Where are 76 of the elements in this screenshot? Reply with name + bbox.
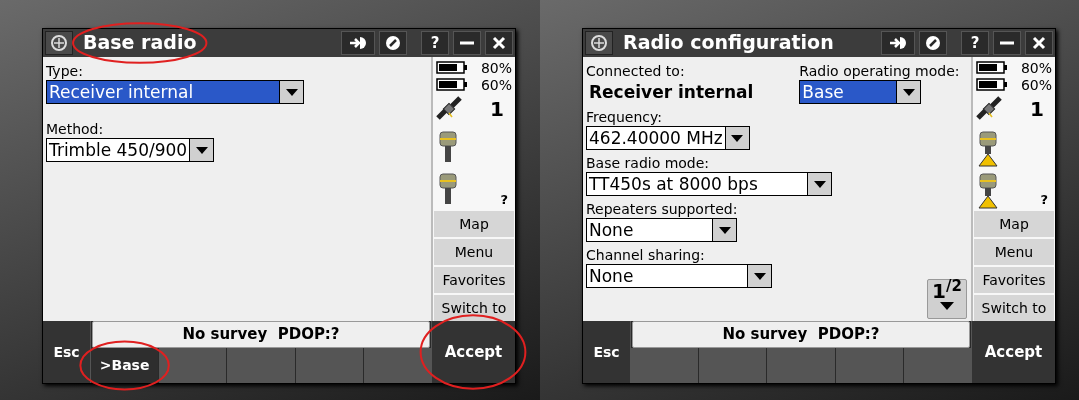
minimize-button[interactable]: [453, 31, 481, 55]
battery-percent: 60%: [480, 77, 512, 92]
down-arrow-icon: [940, 302, 954, 310]
cancel-button[interactable]: [379, 31, 407, 55]
dropdown-arrow-icon: [731, 134, 744, 142]
esc-button[interactable]: Esc: [583, 321, 631, 383]
side-menu-button[interactable]: Menu: [974, 239, 1054, 265]
side-menu-button[interactable]: Switch to: [434, 295, 514, 321]
dropdown[interactable]: Trimble 450/900: [46, 138, 215, 162]
accept-button[interactable]: Accept: [971, 321, 1055, 383]
accept-button[interactable]: Accept: [431, 321, 515, 383]
cancel-button[interactable]: [919, 31, 947, 55]
side-menu-button[interactable]: Menu: [434, 239, 514, 265]
satellite-count: 1: [490, 96, 505, 123]
battery-icon: [436, 61, 468, 74]
dropdown-arrow-icon: [753, 272, 766, 280]
receiver-on-tripod-icon: [976, 131, 1000, 167]
minimize-icon: [460, 41, 474, 45]
close-button[interactable]: [1025, 31, 1053, 55]
slashed-circle-icon: [385, 35, 401, 51]
battery-icon: [436, 78, 468, 91]
satellite-icon: [976, 96, 1002, 122]
close-icon: [1032, 36, 1046, 50]
side-menu-button[interactable]: Map: [434, 211, 514, 237]
minimize-button[interactable]: [993, 31, 1021, 55]
dropdown[interactable]: None: [586, 264, 772, 288]
satellite-icon: [436, 96, 462, 122]
receiver-on-tripod-icon: [976, 173, 1000, 209]
field-label: Type:: [46, 62, 84, 80]
dropdown[interactable]: TT450s at 8000 bps: [586, 172, 832, 196]
side-menu-button[interactable]: Switch to: [974, 295, 1054, 321]
softkey-button[interactable]: >Base: [91, 348, 159, 383]
receiver-status: ?: [1040, 190, 1049, 209]
slashed-circle-icon: [925, 35, 941, 51]
battery-percent: 80%: [1020, 60, 1052, 75]
side-menu-button[interactable]: Map: [974, 211, 1054, 237]
login-button[interactable]: [341, 31, 375, 55]
battery-icon: [976, 78, 1008, 91]
field-label: Method:: [46, 120, 105, 138]
close-icon: [492, 36, 506, 50]
field-label: Repeaters supported:: [586, 200, 738, 218]
dropdown-arrow-icon: [902, 88, 915, 96]
field-value: Receiver internal: [588, 81, 754, 104]
battery-icon: [976, 61, 1008, 74]
dropdown[interactable]: 462.40000 MHz: [586, 126, 750, 150]
window-title: Radio configuration: [623, 31, 834, 53]
dropdown[interactable]: Receiver internal: [46, 80, 304, 104]
receiver-status: ?: [500, 190, 509, 209]
help-button[interactable]: ?: [421, 31, 449, 55]
dropdown-arrow-icon: [718, 226, 731, 234]
field-label: Channel sharing:: [586, 246, 706, 264]
field-label: Base radio mode:: [586, 154, 711, 172]
dropdown[interactable]: Base: [799, 80, 922, 104]
arrow-into-circle-icon: [889, 36, 907, 50]
app-logo-icon[interactable]: [585, 31, 613, 55]
field-label: Connected to:: [586, 62, 686, 80]
field-label: Radio operating mode:: [799, 62, 960, 80]
window-title: Base radio: [83, 31, 197, 53]
dropdown-arrow-icon: [285, 88, 298, 96]
arrow-into-circle-icon: [349, 36, 367, 50]
dropdown[interactable]: None: [586, 218, 738, 242]
help-button[interactable]: ?: [961, 31, 989, 55]
battery-percent: 80%: [480, 60, 512, 75]
login-button[interactable]: [881, 31, 915, 55]
esc-button[interactable]: Esc: [43, 321, 91, 383]
battery-percent: 60%: [1020, 77, 1052, 92]
dropdown-arrow-icon: [813, 180, 826, 188]
side-menu-button[interactable]: Favorites: [434, 267, 514, 293]
satellite-count: 1: [1030, 96, 1045, 123]
app-logo-icon[interactable]: [45, 31, 73, 55]
minimize-icon: [1000, 41, 1014, 45]
close-button[interactable]: [485, 31, 513, 55]
dropdown-arrow-icon: [195, 146, 208, 154]
field-label: Frequency:: [586, 108, 664, 126]
side-menu-button[interactable]: Favorites: [974, 267, 1054, 293]
page-button[interactable]: 1$^{/2}$: [927, 279, 967, 319]
